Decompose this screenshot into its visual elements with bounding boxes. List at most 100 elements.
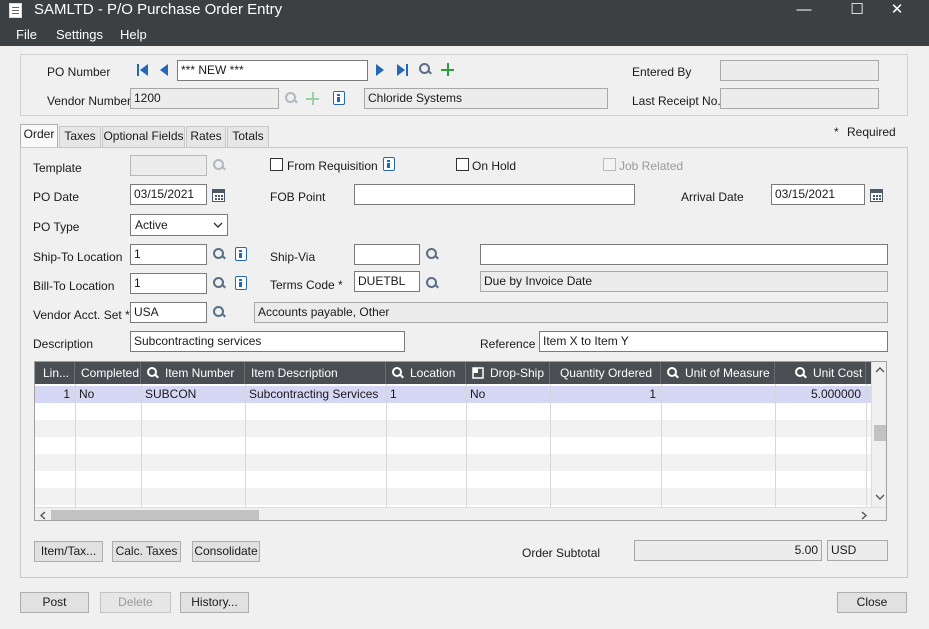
cell-completed[interactable]: No bbox=[75, 386, 141, 403]
column-divider bbox=[775, 384, 776, 508]
maximize-button[interactable]: ☐ bbox=[841, 0, 873, 22]
vendor-number-input[interactable]: 1200 bbox=[130, 88, 279, 109]
item-tax-button[interactable]: Item/Tax... bbox=[34, 541, 103, 562]
terms-code-finder-icon[interactable] bbox=[425, 276, 439, 290]
tab-taxes[interactable]: Taxes bbox=[59, 126, 101, 147]
minimize-button[interactable]: — bbox=[788, 0, 820, 22]
column-divider bbox=[466, 384, 467, 508]
column-header-completed[interactable]: Completed bbox=[75, 362, 141, 384]
vendor-acct-set-finder-icon[interactable] bbox=[212, 305, 226, 319]
cell-quantity-ordered[interactable]: 1 bbox=[550, 386, 661, 403]
ship-to-finder-icon[interactable] bbox=[212, 247, 226, 261]
from-requisition-checkbox[interactable] bbox=[270, 158, 283, 171]
table-row-empty[interactable] bbox=[35, 403, 873, 420]
scroll-up-icon[interactable] bbox=[875, 366, 885, 374]
cell-unit-cost[interactable]: 5.000000 bbox=[775, 386, 866, 403]
table-row-empty[interactable] bbox=[35, 471, 873, 488]
chevron-down-icon bbox=[213, 222, 223, 228]
close-window-button[interactable]: ✕ bbox=[881, 0, 913, 22]
ship-via-description[interactable] bbox=[480, 244, 888, 265]
po-date-input[interactable]: 03/15/2021 bbox=[130, 184, 207, 205]
bill-to-input[interactable]: 1 bbox=[130, 273, 207, 294]
ship-via-input[interactable] bbox=[354, 244, 420, 265]
history-button[interactable]: History... bbox=[180, 592, 249, 613]
scroll-left-icon[interactable] bbox=[39, 511, 47, 520]
reference-input[interactable]: Item X to Item Y bbox=[539, 331, 888, 352]
cell-item-description[interactable]: Subcontracting Services bbox=[245, 386, 386, 403]
previous-record-icon[interactable] bbox=[158, 63, 170, 77]
scroll-right-icon[interactable] bbox=[860, 511, 868, 520]
job-related-label: Job Related bbox=[619, 159, 684, 173]
column-divider bbox=[866, 384, 867, 508]
currency-field: USD bbox=[827, 540, 888, 561]
table-row[interactable]: 1 No SUBCON Subcontracting Services 1 No… bbox=[35, 386, 873, 403]
cell-line[interactable]: 1 bbox=[35, 386, 75, 403]
first-record-icon[interactable] bbox=[136, 63, 150, 77]
menu-file[interactable]: File bbox=[16, 27, 37, 42]
arrival-date-calendar-icon[interactable] bbox=[870, 189, 883, 202]
column-header-unit-of-measure-label: Unit of Measure bbox=[685, 366, 770, 380]
template-input[interactable] bbox=[130, 155, 207, 176]
close-button[interactable]: Close bbox=[837, 592, 907, 613]
horizontal-scrollbar[interactable] bbox=[35, 507, 886, 520]
column-header-item-number[interactable]: Item Number bbox=[141, 362, 245, 384]
cell-unit-of-measure[interactable] bbox=[661, 386, 775, 403]
bill-to-finder-icon[interactable] bbox=[212, 276, 226, 290]
ship-to-info-icon[interactable] bbox=[235, 247, 247, 261]
po-type-select[interactable]: Active bbox=[130, 214, 228, 236]
vendor-acct-set-label: Vendor Acct. Set * bbox=[33, 308, 130, 322]
table-row-empty[interactable] bbox=[35, 454, 873, 471]
po-date-calendar-icon[interactable] bbox=[212, 189, 225, 202]
post-button[interactable]: Post bbox=[20, 592, 89, 613]
po-number-input[interactable]: *** NEW *** bbox=[177, 60, 368, 81]
column-header-quantity-ordered[interactable]: Quantity Ordered bbox=[550, 362, 661, 384]
job-related-checkbox[interactable] bbox=[603, 158, 616, 171]
tab-rates[interactable]: Rates bbox=[186, 126, 226, 147]
terms-code-input[interactable]: DUETBL bbox=[354, 271, 420, 292]
vendor-acct-set-input[interactable]: USA bbox=[130, 302, 207, 323]
tab-optional-fields[interactable]: Optional Fields bbox=[102, 126, 185, 147]
arrival-date-input[interactable]: 03/15/2021 bbox=[771, 184, 865, 205]
menu-settings[interactable]: Settings bbox=[56, 27, 103, 42]
last-record-icon[interactable] bbox=[395, 63, 409, 77]
column-header-unit-cost[interactable]: Unit Cost bbox=[775, 362, 866, 384]
delete-button[interactable]: Delete bbox=[100, 592, 171, 613]
requisition-info-icon[interactable] bbox=[383, 157, 395, 171]
column-header-unit-of-measure[interactable]: Unit of Measure bbox=[661, 362, 775, 384]
po-finder-icon[interactable] bbox=[418, 62, 432, 76]
column-header-line[interactable]: Lin... bbox=[35, 362, 75, 384]
ship-to-input[interactable]: 1 bbox=[130, 244, 207, 265]
calc-taxes-button[interactable]: Calc. Taxes bbox=[112, 541, 181, 562]
ship-via-finder-icon[interactable] bbox=[425, 247, 439, 261]
table-row-empty[interactable] bbox=[35, 437, 873, 454]
next-record-icon[interactable] bbox=[374, 63, 386, 77]
tab-order[interactable]: Order bbox=[20, 124, 58, 147]
table-row-empty[interactable] bbox=[35, 420, 873, 437]
vendor-finder-icon[interactable] bbox=[284, 91, 298, 105]
column-header-location[interactable]: Location bbox=[386, 362, 466, 384]
cell-location[interactable]: 1 bbox=[386, 386, 466, 403]
search-icon bbox=[147, 367, 159, 379]
detail-grid[interactable]: Lin... Completed Item Number Item Descri… bbox=[34, 361, 887, 521]
fob-point-input[interactable] bbox=[354, 184, 635, 205]
horizontal-scroll-thumb[interactable] bbox=[51, 510, 259, 520]
consolidate-button[interactable]: Consolidate bbox=[192, 541, 260, 562]
cell-item-number[interactable]: SUBCON bbox=[141, 386, 245, 403]
vendor-info-icon[interactable] bbox=[333, 91, 345, 105]
menu-help[interactable]: Help bbox=[120, 27, 147, 42]
column-header-drop-ship[interactable]: Drop-Ship bbox=[466, 362, 550, 384]
cell-drop-ship[interactable]: No bbox=[466, 386, 550, 403]
column-header-item-description[interactable]: Item Description bbox=[245, 362, 386, 384]
description-input[interactable]: Subcontracting services bbox=[130, 331, 405, 352]
vertical-scrollbar[interactable] bbox=[871, 362, 886, 507]
on-hold-checkbox[interactable] bbox=[456, 158, 469, 171]
bill-to-info-icon[interactable] bbox=[235, 276, 247, 290]
table-row-empty[interactable] bbox=[35, 488, 873, 505]
new-vendor-icon[interactable] bbox=[306, 92, 320, 106]
new-po-icon[interactable] bbox=[441, 63, 455, 77]
vertical-scroll-thumb[interactable] bbox=[874, 425, 886, 441]
template-finder-icon[interactable] bbox=[212, 158, 226, 172]
app-icon bbox=[9, 3, 22, 18]
tab-totals[interactable]: Totals bbox=[227, 126, 269, 147]
scroll-down-icon[interactable] bbox=[875, 493, 885, 501]
